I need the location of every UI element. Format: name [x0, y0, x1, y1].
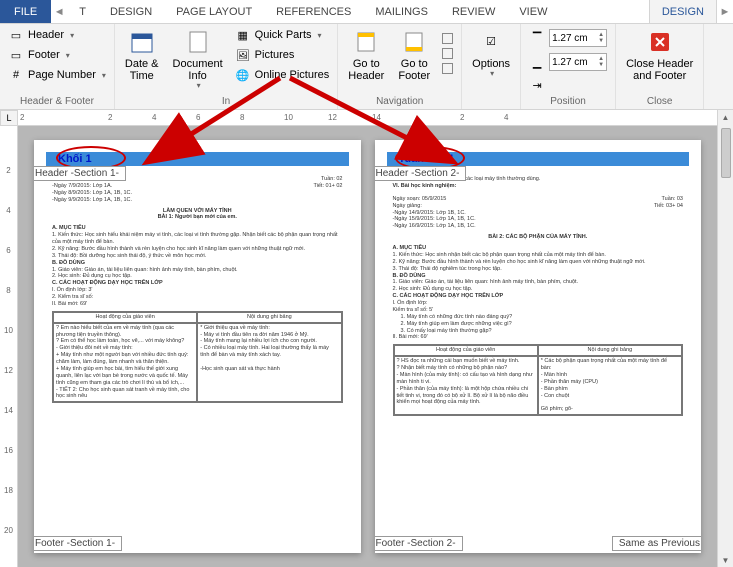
group-label-close: Close: [622, 95, 697, 109]
header-band-left[interactable]: Khối 1: [46, 152, 349, 166]
page-right-body: ý chính: lợi ích của máy tính, các loại …: [393, 176, 684, 416]
group-label-options: [468, 106, 514, 109]
tab-review[interactable]: REVIEW: [440, 0, 507, 23]
header-section-tag-right: Header -Section 2-: [375, 166, 467, 181]
insert-align-tab[interactable]: ⇥: [527, 76, 609, 94]
tab-page-layout[interactable]: PAGE LAYOUT: [164, 0, 264, 23]
group-options: ☑Options▾: [462, 24, 521, 109]
quick-parts-button[interactable]: ▦Quick Parts▾: [233, 26, 332, 44]
tab-bar: FILE ◄ T DESIGN PAGE LAYOUT REFERENCES M…: [0, 0, 733, 24]
close-hf-button[interactable]: Close Header and Footer: [622, 26, 697, 84]
goto-footer-button[interactable]: Go to Footer: [394, 26, 434, 84]
page-number-button[interactable]: #Page Number▾: [6, 66, 108, 84]
vertical-ruler[interactable]: 2468101214161820: [0, 126, 18, 567]
group-position: ▔1.27 cm▲▼ ▁1.27 cm▲▼ ⇥ Position: [521, 24, 616, 109]
tab-scroll-left[interactable]: ◄: [51, 0, 67, 23]
tab-hf-design[interactable]: DESIGN: [649, 0, 717, 23]
nav-opt-1[interactable]: [440, 32, 455, 45]
footer-section-tag-left: Footer -Section 1-: [34, 536, 122, 551]
ribbon: ▭Header▾ ▭Footer▾ #Page Number▾ Header &…: [0, 24, 733, 110]
onlinepic-icon: 🌐: [235, 67, 251, 83]
ruler-corner[interactable]: L: [0, 110, 18, 126]
tab-mailings[interactable]: MAILINGS: [363, 0, 440, 23]
doc-info-button[interactable]: Document Info▾: [169, 26, 227, 93]
document-area: Khối 1 Header -Section 1- Footer -Sectio…: [18, 126, 717, 567]
footer-icon: ▭: [8, 47, 24, 63]
group-header-footer: ▭Header▾ ▭Footer▾ #Page Number▾ Header &…: [0, 24, 115, 109]
scroll-thumb[interactable]: [721, 128, 731, 178]
online-pictures-button[interactable]: 🌐Online Pictures: [233, 66, 332, 84]
nav-opt-2[interactable]: [440, 47, 455, 60]
tab-t[interactable]: T: [67, 0, 98, 23]
date-time-button[interactable]: Date & Time: [121, 26, 163, 84]
file-tab[interactable]: FILE: [0, 0, 51, 23]
header-top-icon: ▔: [529, 30, 545, 46]
tab-design[interactable]: DESIGN: [98, 0, 164, 23]
footer-bottom-icon: ▁: [529, 54, 545, 70]
scroll-down-icon[interactable]: ▼: [722, 553, 730, 567]
header-button[interactable]: ▭Header▾: [6, 26, 108, 44]
group-label-insert: In: [121, 95, 331, 109]
close-icon: [646, 28, 674, 56]
horizontal-ruler[interactable]: 2246810121424: [18, 110, 717, 126]
header-from-top[interactable]: ▔1.27 cm▲▼: [527, 28, 609, 48]
header-icon: ▭: [8, 27, 24, 43]
footer-from-bottom[interactable]: ▁1.27 cm▲▼: [527, 52, 609, 72]
docinfo-icon: [184, 28, 212, 56]
goto-footer-icon: [400, 28, 428, 56]
align-tab-icon: ⇥: [529, 77, 545, 93]
tab-references[interactable]: REFERENCES: [264, 0, 363, 23]
options-icon: ☑: [477, 28, 505, 56]
group-label-nav: Navigation: [344, 95, 455, 109]
quickparts-icon: ▦: [235, 27, 251, 43]
pagenum-icon: #: [8, 67, 24, 83]
group-navigation: Go to Header Go to Footer Navigation: [338, 24, 462, 109]
group-label-position: Position: [527, 95, 609, 109]
group-label-hf: Header & Footer: [6, 95, 108, 109]
group-close: Close Header and Footer Close: [616, 24, 704, 109]
vertical-scrollbar[interactable]: ▲ ▼: [717, 110, 733, 567]
goto-header-button[interactable]: Go to Header: [344, 26, 388, 84]
nav-opt-3[interactable]: [440, 62, 455, 75]
group-insert: Date & Time Document Info▾ ▦Quick Parts▾…: [115, 24, 338, 109]
page-left-body: Ngày soạn: -Ngày 7/9/2015: Lớp 1A. -Ngày…: [52, 176, 343, 403]
options-button[interactable]: ☑Options▾: [468, 26, 514, 81]
tab-scroll-right[interactable]: ►: [717, 0, 733, 23]
pictures-button[interactable]: 🖼Pictures: [233, 46, 332, 64]
scroll-up-icon[interactable]: ▲: [722, 110, 730, 124]
same-as-previous-tag: Same as Previous: [612, 536, 701, 551]
footer-button[interactable]: ▭Footer▾: [6, 46, 108, 64]
footer-section-tag-right: Footer -Section 2-: [375, 536, 463, 551]
header-band-right[interactable]: Tuần thứ 1: [387, 152, 690, 166]
tab-view[interactable]: VIEW: [507, 0, 559, 23]
header-section-tag-left: Header -Section 1-: [34, 166, 126, 181]
goto-header-icon: [352, 28, 380, 56]
pictures-icon: 🖼: [235, 47, 251, 63]
page-left[interactable]: Khối 1 Header -Section 1- Footer -Sectio…: [34, 140, 361, 553]
page-right[interactable]: Tuần thứ 1 Header -Section 2- Footer -Se…: [375, 140, 702, 553]
datetime-icon: [128, 28, 156, 56]
